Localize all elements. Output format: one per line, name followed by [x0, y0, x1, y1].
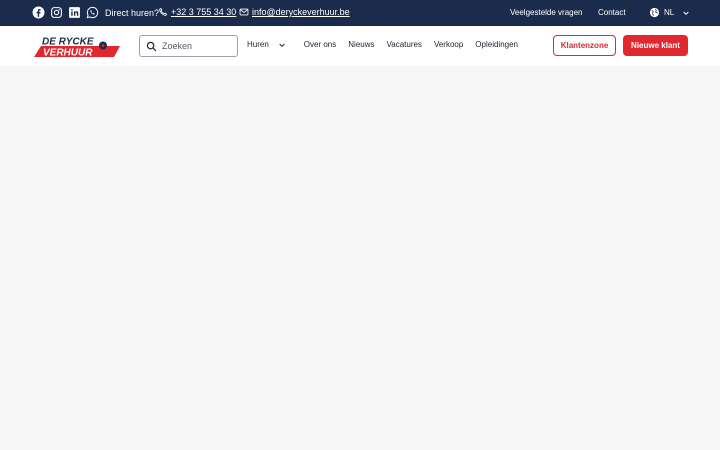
faq-link[interactable]: Veelgestelde vragen [510, 8, 583, 17]
phone-number[interactable]: +32 3 755 34 30 [171, 7, 236, 17]
nav-item-over-ons[interactable]: Over ons [304, 40, 336, 49]
mail-icon [239, 8, 249, 16]
nav-item-nieuws[interactable]: Nieuws [348, 40, 374, 49]
contact-link[interactable]: Contact [598, 8, 626, 17]
instagram-icon[interactable] [50, 6, 63, 19]
nav-label: Opleidingen [475, 40, 518, 49]
email-address[interactable]: info@deryckeverhuur.be [252, 7, 350, 17]
language-selector[interactable]: NL [649, 7, 690, 18]
facebook-icon[interactable] [32, 6, 45, 19]
whatsapp-icon[interactable] [86, 6, 99, 19]
chevron-down-icon [683, 11, 689, 15]
direct-rent-label[interactable]: Direct huren? [105, 8, 159, 18]
nav-label: Huren [247, 40, 269, 49]
main-navbar: DE RYCKE VERHUUR Huren Over ons Nieuws V… [0, 26, 720, 66]
email-link[interactable]: info@deryckeverhuur.be [239, 7, 350, 17]
social-links: Direct huren? [32, 6, 159, 19]
nav-item-opleidingen[interactable]: Opleidingen [475, 40, 518, 49]
client-zone-button[interactable]: Klantenzone [553, 35, 616, 56]
nav-label: Vacatures [386, 40, 422, 49]
chevron-down-icon [279, 43, 285, 47]
nav-label: Nieuws [348, 40, 375, 49]
phone-link[interactable]: +32 3 755 34 30 [158, 7, 236, 17]
top-bar: Direct huren? +32 3 755 34 30 info@deryc… [0, 0, 720, 26]
phone-icon [159, 8, 167, 16]
language-code: NL [664, 8, 675, 17]
page-content [0, 66, 720, 450]
main-menu: Huren Over ons Nieuws Vacatures Verkoop … [247, 40, 530, 49]
logo-line1: DE RYCKE [42, 37, 94, 48]
nav-label: Verkoop [433, 40, 464, 49]
search-box[interactable] [139, 35, 238, 57]
logo-line2: VERHUUR [43, 48, 93, 58]
nav-label: Over ons [303, 40, 337, 49]
new-client-button[interactable]: Nieuwe klant [623, 35, 688, 56]
search-icon[interactable] [146, 41, 157, 52]
nav-item-vacatures[interactable]: Vacatures [387, 40, 422, 49]
nav-item-huren[interactable]: Huren [247, 40, 286, 49]
linkedin-icon[interactable] [68, 6, 81, 19]
search-input[interactable] [162, 41, 234, 51]
company-logo[interactable]: DE RYCKE VERHUUR [34, 35, 120, 57]
globe-icon [649, 7, 660, 18]
nav-item-verkoop[interactable]: Verkoop [434, 40, 463, 49]
